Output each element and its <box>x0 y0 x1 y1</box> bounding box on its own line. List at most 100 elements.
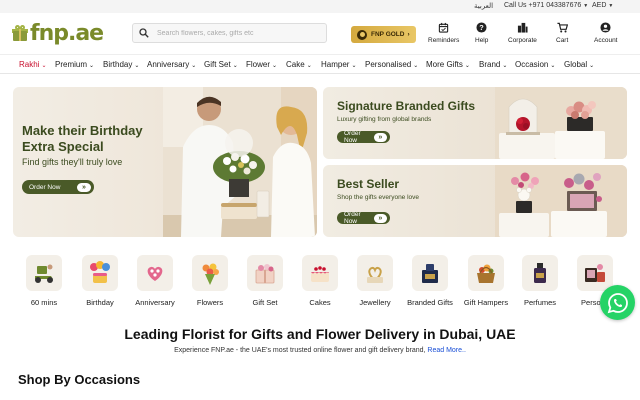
couple-gift-photo <box>163 87 317 237</box>
calendar-icon <box>439 22 449 33</box>
account-label: Account <box>594 37 618 44</box>
nav-item-flower[interactable]: Flower ⌄ <box>246 60 277 69</box>
category-label: Jewellery <box>359 298 391 307</box>
currency-text: AED <box>592 2 607 9</box>
category-tile-perfumes[interactable]: Perfumes <box>510 255 570 307</box>
fnp-gold-button[interactable]: FNP GOLD › <box>351 26 416 43</box>
category-label: Birthday <box>86 298 114 307</box>
category-tile-60-mins[interactable]: 60 mins <box>14 255 74 307</box>
nav-item-brand[interactable]: Brand ⌄ <box>479 60 507 69</box>
best-seller-banner-title: Best Seller <box>337 177 400 191</box>
cart-link[interactable]: Cart <box>556 22 568 44</box>
category-tile-gift-hampers[interactable]: Gift Hampers <box>456 255 516 307</box>
category-tile-branded-gifts[interactable]: Branded Gifts <box>400 255 460 307</box>
header: fnp.ae FNP GOLD › Reminders ? Help <box>0 13 640 53</box>
search-input[interactable] <box>157 29 317 37</box>
nav-item-hamper[interactable]: Hamper ⌄ <box>321 60 356 69</box>
nav-item-occasion[interactable]: Occasion ⌄ <box>515 60 555 69</box>
gift-set-icon <box>255 264 275 284</box>
call-us-text: Call Us +971 043387676 <box>504 2 582 9</box>
signature-banner-subtitle: Luxury gifting from global brands <box>337 116 432 123</box>
call-us-link[interactable]: Call Us +971 043387676 ▼ <box>504 2 588 9</box>
category-nav: Rakhi ⌄ Premium ⌄ Birthday ⌄ Anniversary ⌄ G… <box>0 54 640 74</box>
category-label: 60 mins <box>30 298 58 307</box>
bouquet-icon <box>202 263 219 285</box>
nav-label: Brand <box>479 60 501 69</box>
svg-text:?: ? <box>479 23 484 32</box>
category-label: Cakes <box>309 298 331 307</box>
account-link[interactable]: Account <box>594 22 618 44</box>
nav-item-cake[interactable]: Cake ⌄ <box>286 60 312 69</box>
nav-label: Global <box>564 60 588 69</box>
personalised-icon <box>585 264 605 282</box>
help-icon: ? <box>476 22 487 33</box>
nav-item-birthday[interactable]: Birthday ⌄ <box>103 60 139 69</box>
category-tile-anniversary[interactable]: Anniversary <box>125 255 185 307</box>
category-label: Gift Hampers <box>463 298 509 307</box>
chevron-down-icon: ⌄ <box>134 63 140 69</box>
chevron-down-icon: ⌄ <box>464 63 470 69</box>
nav-label: Premium <box>55 60 88 69</box>
language-switch[interactable]: العربية <box>474 2 493 10</box>
best-seller-banner[interactable]: Best Seller Shop the gifts everyone love… <box>323 165 627 237</box>
jewellery-icon <box>367 266 383 283</box>
search-icon <box>139 28 149 38</box>
arrow-right-icon: » <box>373 213 387 223</box>
order-now-label: Order Now <box>29 183 61 191</box>
fnp-gold-label: FNP GOLD <box>371 31 405 38</box>
chevron-down-icon: ⌄ <box>232 63 238 69</box>
nav-item-anniversary[interactable]: Anniversary ⌄ <box>147 60 196 69</box>
chevron-down-icon: ▼ <box>583 3 589 9</box>
category-tile-cakes[interactable]: Cakes <box>290 255 350 307</box>
scooter-icon <box>35 264 53 283</box>
category-tile-gift-set[interactable]: Gift Set <box>235 255 295 307</box>
logo-text: fnp.ae <box>30 20 104 46</box>
nav-item-rakhi[interactable]: Rakhi ⌄ <box>19 60 46 69</box>
cake-icon <box>311 266 329 282</box>
cart-icon <box>557 22 568 33</box>
signature-branded-banner[interactable]: Signature Branded Gifts Luxury gifting f… <box>323 87 627 159</box>
nav-item-more-gifts[interactable]: More Gifts ⌄ <box>426 60 470 69</box>
gold-arrow-icon: › <box>407 31 410 38</box>
category-tile-birthday[interactable]: Birthday <box>70 255 130 307</box>
birthday-banner[interactable]: Make their Birthday Extra Special Find g… <box>13 87 317 237</box>
category-label: Branded Gifts <box>407 298 453 307</box>
nav-item-global[interactable]: Global ⌄ <box>564 60 594 69</box>
birthday-cake-icon <box>90 261 110 283</box>
signature-banner-title: Signature Branded Gifts <box>337 99 476 113</box>
nav-label: Hamper <box>321 60 350 69</box>
nav-label: Occasion <box>515 60 549 69</box>
nav-label: Birthday <box>103 60 133 69</box>
signature-order-now-button[interactable]: Order Now » <box>337 130 390 144</box>
nav-item-premium[interactable]: Premium ⌄ <box>55 60 94 69</box>
best-seller-photo <box>495 165 627 237</box>
nav-label: Flower <box>246 60 271 69</box>
read-more-link[interactable]: Read More.. <box>427 347 466 354</box>
corporate-link[interactable]: Corporate <box>508 22 537 44</box>
nav-item-gift-set[interactable]: Gift Set ⌄ <box>204 60 238 69</box>
building-icon <box>517 22 528 33</box>
chevron-down-icon: ⌄ <box>589 63 595 69</box>
currency-selector[interactable]: AED ▼ <box>592 2 613 9</box>
category-label: Gift Set <box>252 298 278 307</box>
birthday-order-now-button[interactable]: Order Now » <box>22 180 94 194</box>
chevron-down-icon: ⌄ <box>272 63 278 69</box>
fnp-logo[interactable]: fnp.ae <box>12 19 104 47</box>
category-label: Flowers <box>196 298 224 307</box>
birthday-title-line2: Extra Special <box>22 139 104 154</box>
help-link[interactable]: ? Help <box>475 22 488 44</box>
whatsapp-icon <box>607 292 628 313</box>
reminders-link[interactable]: Reminders <box>428 22 459 44</box>
search-bar[interactable] <box>132 23 327 43</box>
chevron-down-icon: ⌄ <box>413 63 419 69</box>
category-tiles: 60 mins Birthday Anniversary Flowers Gif… <box>0 255 640 311</box>
best-seller-order-now-button[interactable]: Order Now » <box>337 211 390 225</box>
whatsapp-chat-button[interactable] <box>600 285 635 320</box>
nav-item-personalised[interactable]: Personalised ⌄ <box>365 60 418 69</box>
category-tile-flowers[interactable]: Flowers <box>180 255 240 307</box>
nav-label: Cake <box>286 60 305 69</box>
hamper-icon <box>477 264 495 283</box>
account-icon <box>600 22 611 33</box>
shop-by-occasions-heading: Shop By Occasions <box>18 372 141 387</box>
category-tile-jewellery[interactable]: Jewellery <box>345 255 405 307</box>
